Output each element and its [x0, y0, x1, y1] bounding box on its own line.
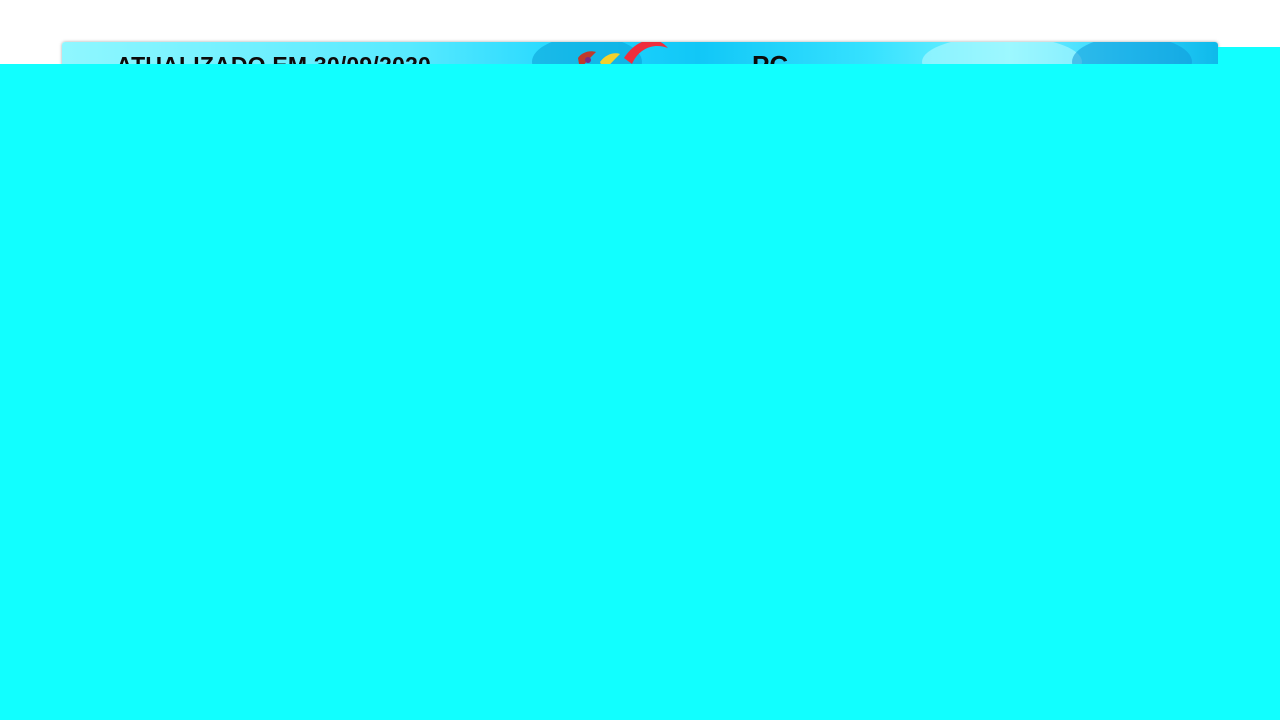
- cyan-overlay: [0, 64, 1280, 720]
- page: ATUALIZADO EM 30/09/2020 PC: [0, 0, 1280, 720]
- cyan-overlay-tab: [1218, 47, 1280, 64]
